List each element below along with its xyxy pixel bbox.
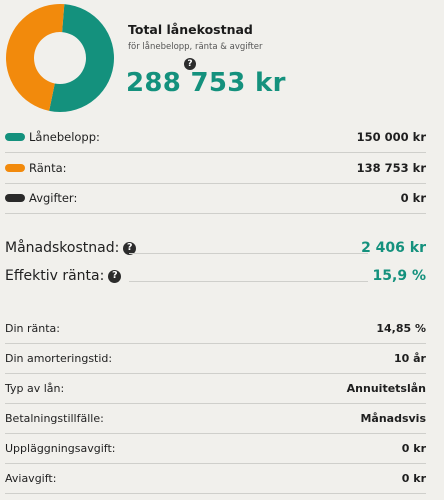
- detail-row-setup-fee: Uppläggningsavgift: 0 kr: [5, 434, 426, 464]
- detail-value: Månadsvis: [360, 412, 426, 425]
- detail-row-payment-interval: Betalningstillfälle: Månadsvis: [5, 404, 426, 434]
- breakdown-row-interest: Ränta: 138 753 kr: [5, 153, 426, 184]
- loan-amount-legend-swatch: [5, 133, 25, 141]
- detail-value: 0 kr: [401, 472, 426, 485]
- detail-value: Annuitetslån: [346, 382, 426, 395]
- total-cost-summary: Total lånekostnad för lånebelopp, ränta …: [128, 22, 263, 70]
- detail-value: 0 kr: [401, 442, 426, 455]
- detail-label: Betalningstillfälle:: [5, 412, 104, 425]
- total-cost-subtitle: för lånebelopp, ränta & avgifter: [128, 42, 263, 52]
- effective-rate-value: 15,9 %: [372, 268, 426, 284]
- detail-row-amortization: Din amorteringstid: 10 år: [5, 344, 426, 374]
- breakdown-label: Avgifter:: [29, 191, 78, 205]
- detail-label: Din ränta:: [5, 322, 60, 335]
- monthly-cost-label: Månadskostnad:: [5, 240, 120, 256]
- detail-row-loan-type: Typ av lån: Annuitetslån: [5, 374, 426, 404]
- breakdown-label: Lånebelopp:: [29, 130, 100, 144]
- total-cost-title: Total lånekostnad: [128, 22, 253, 37]
- interest-legend-swatch: [5, 164, 25, 172]
- row-divider: [129, 253, 368, 254]
- total-cost-value: 288 753 kr: [126, 68, 286, 98]
- detail-value: 10 år: [394, 352, 426, 365]
- breakdown-row-loan-amount: Lånebelopp: 150 000 kr: [5, 122, 426, 153]
- breakdown-value: 138 753 kr: [356, 161, 426, 175]
- detail-row-notice-fee: Aviavgift: 0 kr: [5, 464, 426, 494]
- breakdown-value: 0 kr: [400, 191, 426, 205]
- breakdown-value: 150 000 kr: [356, 130, 426, 144]
- effective-rate-help-icon[interactable]: ?: [108, 269, 122, 283]
- detail-label: Din amorteringstid:: [5, 352, 113, 365]
- breakdown-label: Ränta:: [29, 161, 67, 175]
- detail-label: Typ av lån:: [5, 382, 65, 395]
- row-divider: [129, 281, 368, 282]
- effective-rate-label: Effektiv ränta:: [5, 268, 105, 284]
- loan-cost-donut-chart: [6, 4, 114, 112]
- detail-row-interest-rate: Din ränta: 14,85 %: [5, 314, 426, 344]
- monthly-cost-row: Månadskostnad: ? 2 406 kr: [5, 234, 426, 256]
- breakdown-row-fees: Avgifter: 0 kr: [5, 183, 426, 214]
- detail-label: Uppläggningsavgift:: [5, 442, 116, 455]
- effective-rate-row: Effektiv ränta: ? 15,9 %: [5, 262, 426, 284]
- detail-label: Aviavgift:: [5, 472, 57, 485]
- detail-value: 14,85 %: [376, 322, 426, 335]
- monthly-cost-value: 2 406 kr: [361, 240, 426, 256]
- fees-legend-swatch: [5, 194, 25, 202]
